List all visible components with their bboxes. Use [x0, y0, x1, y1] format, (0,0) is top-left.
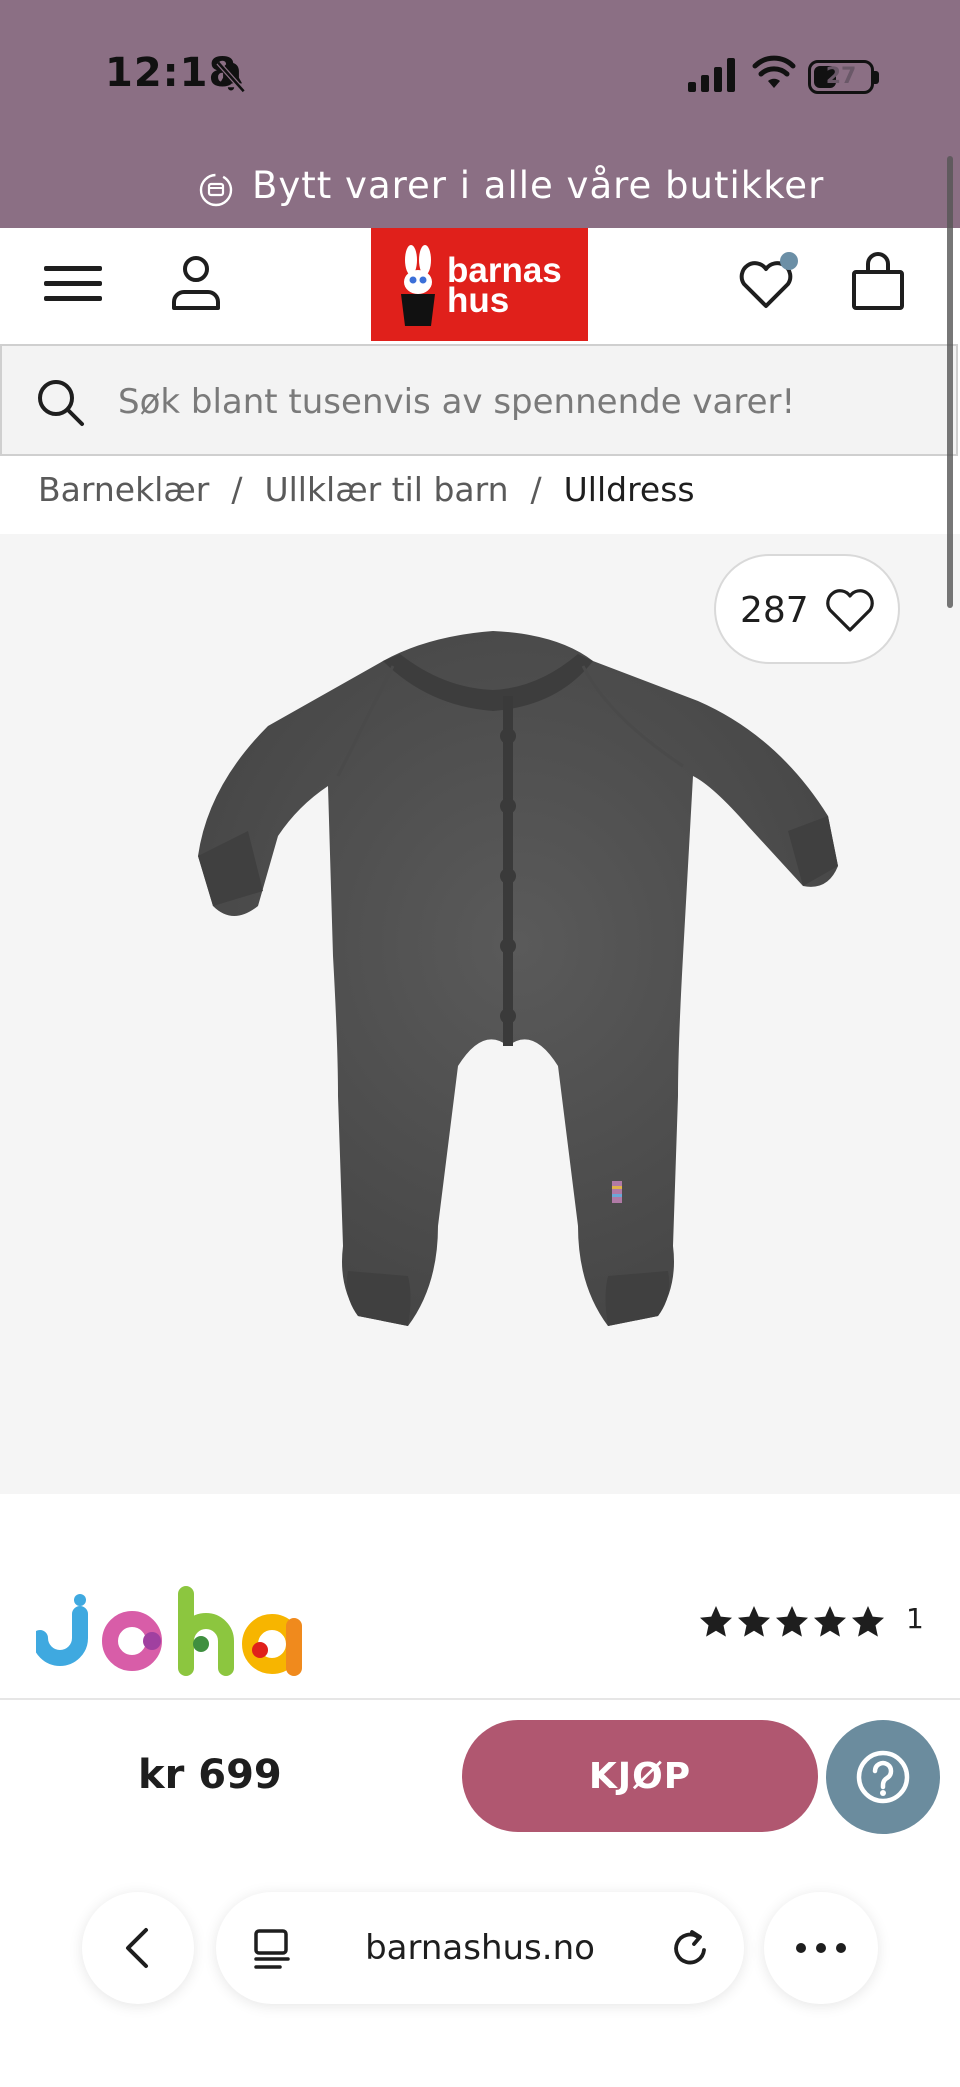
- promo-text[interactable]: Bytt varer i alle våre butikker: [252, 164, 824, 207]
- buy-button[interactable]: KJØP: [462, 1720, 818, 1832]
- breadcrumb: Barneklær / Ullklær til barn / Ulldress: [38, 470, 695, 509]
- rating-stars: [700, 1606, 884, 1637]
- question-mark-icon: [856, 1750, 910, 1804]
- search-input[interactable]: [116, 376, 920, 428]
- battery-cap: [874, 71, 879, 84]
- wishlist-badge-dot: [780, 252, 798, 270]
- bell-slash-icon: [216, 61, 246, 93]
- product-price: kr 699: [138, 1752, 282, 1798]
- wifi-icon: [752, 55, 796, 88]
- address-bar[interactable]: barnashus.no: [216, 1892, 744, 2004]
- search-bar[interactable]: [0, 344, 958, 456]
- rating-count[interactable]: 1: [906, 1602, 924, 1635]
- battery-icon: 27: [808, 60, 874, 94]
- wool-romper-image: [198, 631, 838, 1326]
- user-icon[interactable]: [168, 252, 224, 314]
- joha-brand-logo[interactable]: [36, 1586, 316, 1676]
- reload-icon[interactable]: [670, 1928, 712, 1970]
- signal-icon: [688, 58, 735, 92]
- divider: [0, 1698, 960, 1700]
- breadcrumb-item-current: Ulldress: [563, 470, 695, 509]
- shopping-bag-icon[interactable]: [848, 252, 908, 314]
- like-count: 287: [740, 590, 809, 631]
- product-image[interactable]: 287: [0, 534, 960, 1494]
- breadcrumb-separator: /: [530, 470, 542, 509]
- breadcrumb-separator: /: [231, 470, 243, 509]
- promo-bar: 12:18 27 Bytt varer i alle våre butikker: [0, 0, 960, 228]
- chevron-left-icon: [126, 1928, 148, 1968]
- site-header: barnas hus: [0, 228, 960, 342]
- breadcrumb-item-barneklaer[interactable]: Barneklær: [38, 470, 209, 509]
- logo-text-line2: hus: [447, 281, 510, 320]
- more-button[interactable]: [764, 1892, 878, 2004]
- breadcrumb-item-ullklaer[interactable]: Ullklær til barn: [264, 470, 508, 509]
- exchange-icon: [199, 173, 233, 207]
- scroll-indicator: [947, 156, 953, 608]
- like-button[interactable]: 287: [714, 554, 900, 664]
- battery-percent: 27: [825, 64, 857, 89]
- more-dots-icon: [796, 1943, 846, 1953]
- help-button[interactable]: [826, 1720, 940, 1834]
- rabbit-mascot-icon: [401, 245, 435, 326]
- back-button[interactable]: [82, 1892, 194, 2004]
- menu-icon[interactable]: [40, 252, 104, 314]
- url-text[interactable]: barnashus.no: [216, 1928, 744, 1968]
- search-icon[interactable]: [34, 376, 86, 428]
- browser-toolbar: barnashus.no: [0, 1860, 960, 2087]
- heart-outline-icon: [826, 589, 874, 632]
- barnashus-logo[interactable]: barnas hus: [371, 228, 588, 341]
